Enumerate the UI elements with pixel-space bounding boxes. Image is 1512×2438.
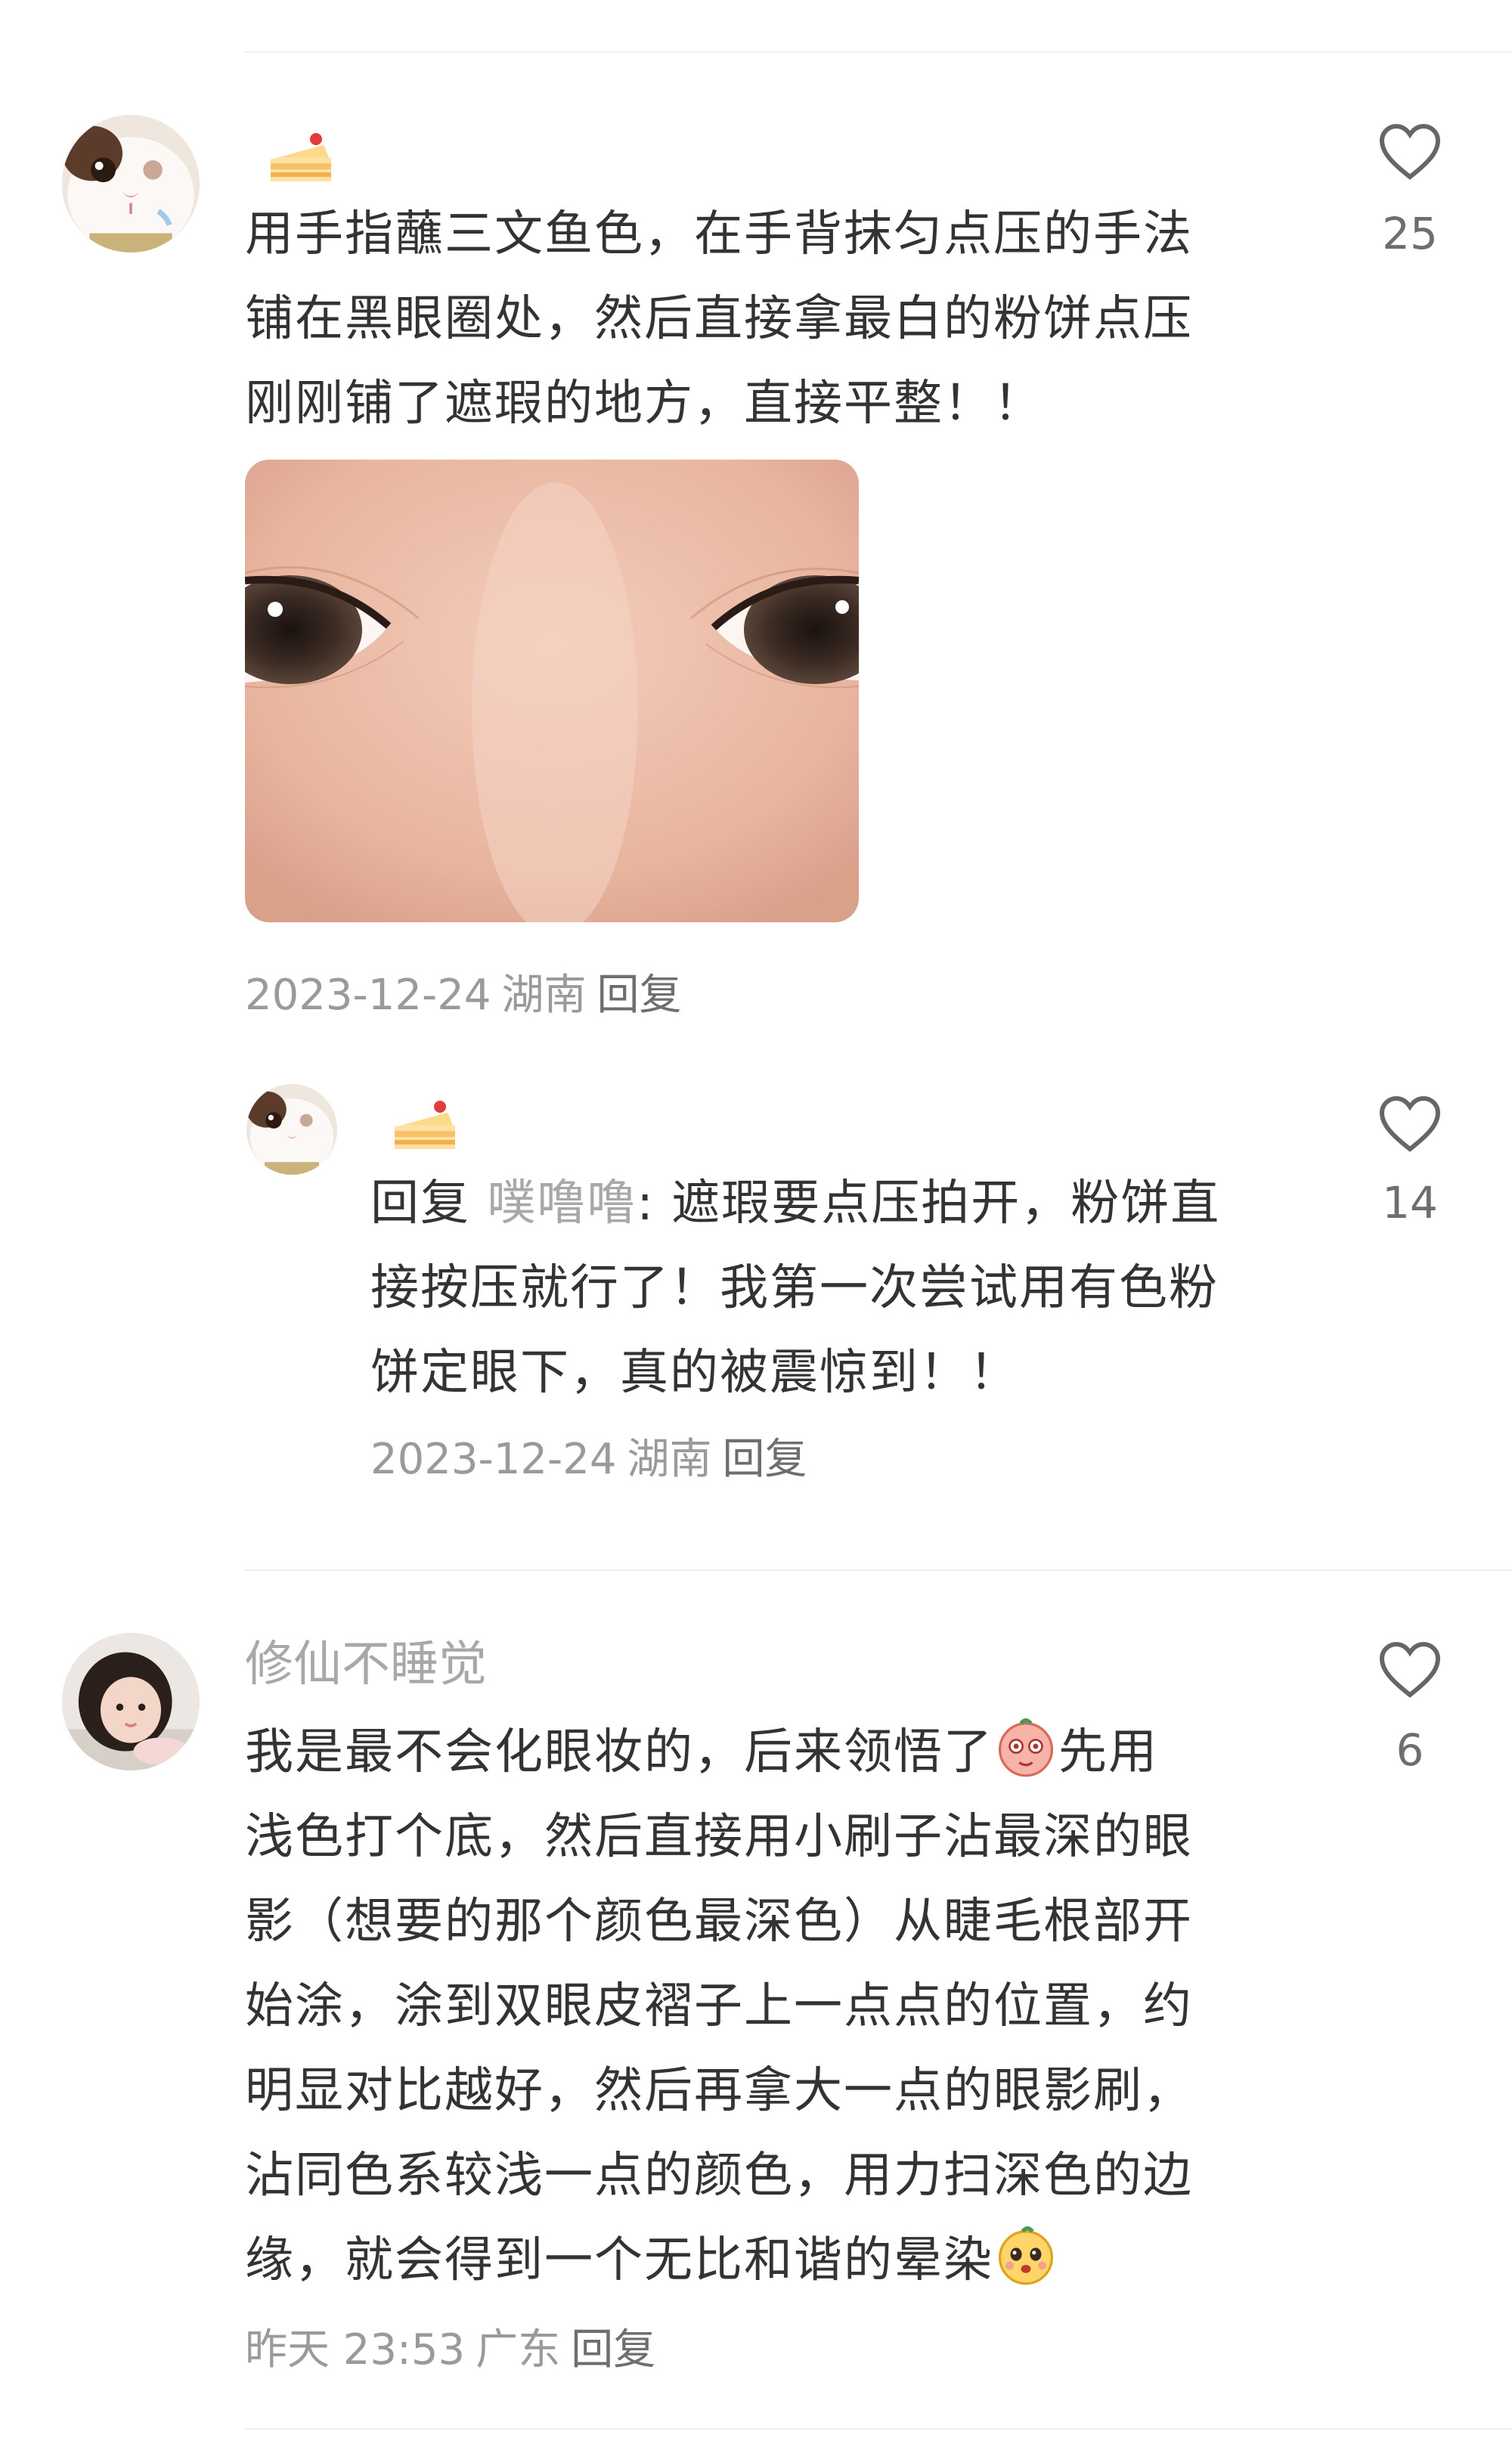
reply-line: 饼定眼下，真的被震惊到！！ xyxy=(370,1345,1019,1401)
heart-icon[interactable] xyxy=(1377,1639,1442,1699)
comment-line: 我是最不会化眼妆的，后来领悟了 先用 xyxy=(245,1710,1193,1795)
reply-button[interactable]: 回复 xyxy=(596,971,681,1020)
comment-line: 用手指蘸三文鱼色，在手背抹匀点压的手法 xyxy=(245,206,1193,262)
like-count: 6 xyxy=(1396,1724,1424,1776)
reply-meta: 2023-12-24 湖南 回复 xyxy=(370,1433,817,1486)
reply-text: 回复 噗噜噜: 遮瑕要点压拍开，粉饼直 接按压就行了！我第一次尝试用有色粉 饼定… xyxy=(370,1161,1220,1415)
comment-date: 昨天 23:53 xyxy=(245,2325,466,2374)
reply-line: 回复 噗噜噜: 遮瑕要点压拍开，粉饼直 xyxy=(370,1161,1220,1246)
comment-line: 影（想要的那个颜色最深色）从睫毛根部开 xyxy=(245,1894,1193,1950)
reply-line-text: : 遮瑕要点压拍开，粉饼直 xyxy=(637,1176,1221,1231)
like-count: 14 xyxy=(1382,1177,1438,1228)
cat-avatar-icon xyxy=(62,115,200,252)
comment-text: 我是最不会化眼妆的，后来领悟了 先用 浅色打个底，然后直接用小刷子沾最深的眼 影… xyxy=(245,1710,1193,2303)
face-image xyxy=(245,460,859,922)
cake-icon xyxy=(394,1101,457,1149)
comment-location: 湖南 xyxy=(501,971,587,1020)
comment-line: 浅色打个底，然后直接用小刷子沾最深的眼 xyxy=(245,1809,1193,1865)
comment-location: 广东 xyxy=(476,2325,561,2374)
comment-meta: 昨天 23:53 广东 回复 xyxy=(245,2324,666,2377)
comment-line-text: 我是最不会化眼妆的，后来领悟了 xyxy=(245,1724,993,1780)
reply-button[interactable]: 回复 xyxy=(571,2325,655,2374)
reply-button[interactable]: 回复 xyxy=(722,1435,807,1484)
cat-avatar-icon xyxy=(246,1084,337,1175)
comment-line: 始涂，涂到双眼皮褶子上一点点的位置，约 xyxy=(245,1978,1193,2034)
comment-divider xyxy=(245,1569,1512,1571)
blush-emoji-icon xyxy=(998,1718,1054,1777)
comment-meta: 2023-12-24 湖南 回复 xyxy=(245,969,692,1022)
comment-text: 用手指蘸三文鱼色，在手背抹匀点压的手法 铺在黑眼圈处，然后直接拿最白的粉饼点压 … xyxy=(245,192,1193,446)
top-divider xyxy=(245,51,1512,53)
bottom-divider xyxy=(245,2428,1512,2430)
comment-date: 2023-12-24 xyxy=(245,971,491,1020)
like-count: 25 xyxy=(1382,208,1438,259)
comment-line: 刚刚铺了遮瑕的地方，直接平整！！ xyxy=(245,376,1043,432)
reply-prefix: 回复 xyxy=(370,1176,470,1231)
comment-line: 沾同色系较浅一点的颜色，用力扫深色的边 xyxy=(245,2148,1193,2204)
comment-line: 铺在黑眼圈处，然后直接拿最白的粉饼点压 xyxy=(245,291,1193,347)
reply-target-username[interactable]: 噗噜噜 xyxy=(487,1176,637,1231)
girl-avatar-icon xyxy=(62,1633,200,1770)
comment-line-text: 先用 xyxy=(1058,1724,1158,1780)
comment-line: 缘，就会得到一个无比和谐的晕染 xyxy=(245,2218,1193,2303)
reply-line: 接按压就行了！我第一次尝试用有色粉 xyxy=(370,1260,1219,1316)
heart-icon[interactable] xyxy=(1377,121,1442,181)
reply-location: 湖南 xyxy=(627,1435,712,1484)
avatar[interactable] xyxy=(62,115,200,252)
comment-username[interactable]: 修仙不睡觉 xyxy=(245,1634,487,1695)
heart-icon[interactable] xyxy=(1377,1093,1442,1154)
peach-face-emoji-icon xyxy=(998,2226,1054,2285)
cake-icon xyxy=(270,133,333,181)
avatar[interactable] xyxy=(246,1084,337,1175)
avatar[interactable] xyxy=(62,1633,200,1770)
eye-closeup-photo[interactable] xyxy=(245,460,859,922)
comment-line-text: 缘，就会得到一个无比和谐的晕染 xyxy=(245,2232,993,2288)
comment-line: 明显对比越好，然后再拿大一点的眼影刷， xyxy=(245,2063,1193,2119)
reply-date: 2023-12-24 xyxy=(370,1435,617,1484)
